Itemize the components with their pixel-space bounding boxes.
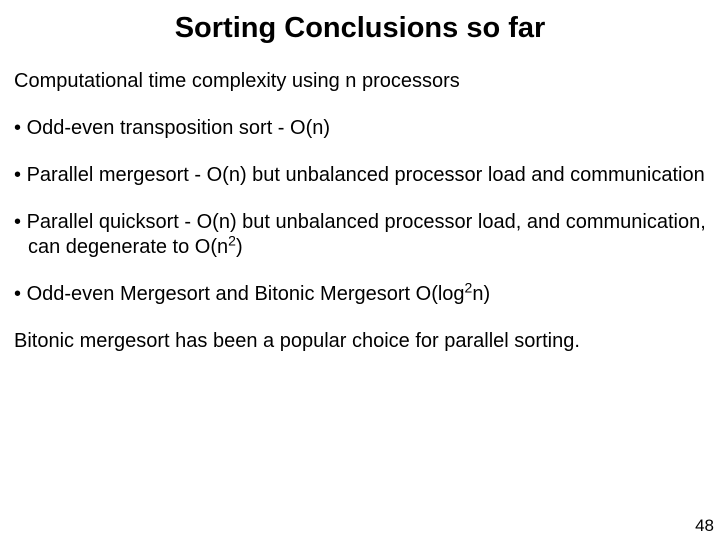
intro-text: Computational time complexity using n pr… [14,69,706,94]
slide-body: Computational time complexity using n pr… [0,69,720,354]
bullet-quicksort-post: ) [236,236,243,258]
bullet-bitonic-pre: Odd-even Mergesort and Bitonic Mergesort… [27,283,465,305]
slide-title: Sorting Conclusions so far [0,0,720,69]
page-number: 48 [695,516,714,536]
bullet-parallel-mergesort: Parallel mergesort - O(n) but unbalanced… [14,163,706,188]
superscript-2a: 2 [228,232,236,248]
bullet-bitonic-mergesort: Odd-even Mergesort and Bitonic Mergesort… [14,282,706,307]
slide: Sorting Conclusions so far Computational… [0,0,720,540]
closing-text: Bitonic mergesort has been a popular cho… [14,329,706,354]
bullet-quicksort-pre: Parallel quicksort - O(n) but unbalanced… [27,211,706,258]
bullet-odd-even-transposition: Odd-even transposition sort - O(n) [14,116,706,141]
bullet-parallel-quicksort: Parallel quicksort - O(n) but unbalanced… [14,210,706,260]
bullet-bitonic-post: n) [472,283,490,305]
